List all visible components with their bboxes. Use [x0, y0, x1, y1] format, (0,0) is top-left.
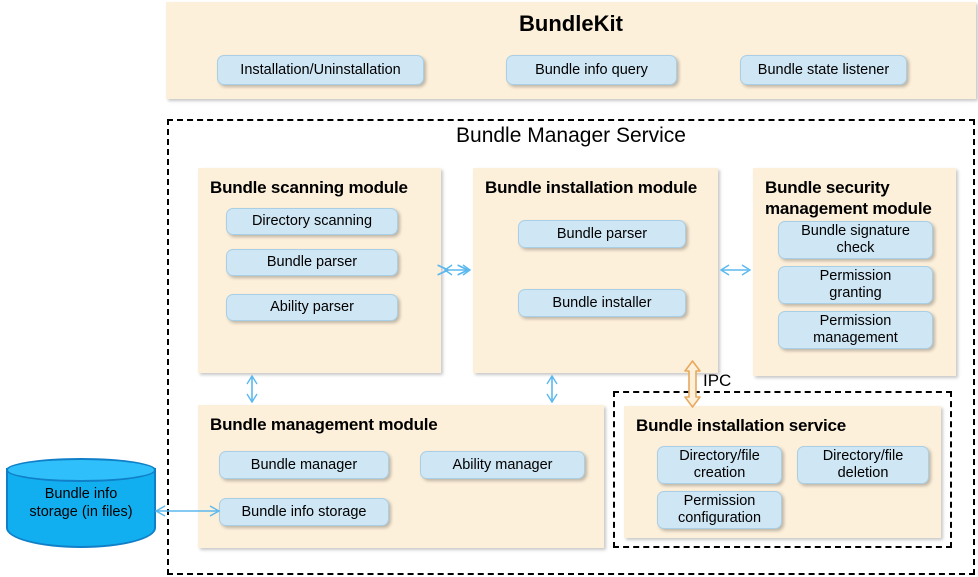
chip-ability-manager[interactable]: Ability manager [420, 451, 585, 479]
chip-permission-granting[interactable]: Permission granting [778, 266, 933, 304]
chip-directory-file-creation[interactable]: Directory/file creation [657, 446, 782, 484]
bundle-management-module: Bundle management module Bundle manager … [198, 405, 604, 548]
bundle-installation-module: Bundle installation module Bundle parser… [473, 168, 718, 373]
chip-bundle-info-storage[interactable]: Bundle info storage [219, 498, 389, 526]
chip-bundle-info-query[interactable]: Bundle info query [506, 55, 677, 85]
ipc-label: IPC [703, 371, 732, 390]
bundlekit-title: BundleKit [519, 11, 623, 36]
chip-bundle-parser-scan[interactable]: Bundle parser [226, 249, 398, 276]
chip-permission-configuration[interactable]: Permission configuration [657, 491, 782, 529]
chip-directory-scanning[interactable]: Directory scanning [226, 208, 398, 235]
bundle-security-management-module-title: Bundle security management module [765, 178, 932, 218]
bundle-installation-service: Bundle installation service Directory/fi… [624, 406, 941, 538]
bundle-installation-module-title: Bundle installation module [485, 178, 698, 197]
bundle-info-storage-label: Bundle info storage (in files) [29, 486, 133, 520]
chip-bundle-signature-check[interactable]: Bundle signature check [778, 221, 933, 259]
chip-installation-uninstallation[interactable]: Installation/Uninstallation [217, 55, 424, 85]
bundle-security-management-module: Bundle security management module Bundle… [753, 168, 956, 376]
chip-ability-parser[interactable]: Ability parser [226, 294, 398, 321]
bundle-manager-service-title: Bundle Manager Service [456, 124, 686, 147]
bundlekit-panel: BundleKit Installation/Uninstallation Bu… [166, 2, 976, 99]
bundle-management-module-title: Bundle management module [210, 415, 438, 434]
bundle-scanning-module-title: Bundle scanning module [210, 178, 408, 197]
chip-bundle-manager[interactable]: Bundle manager [219, 451, 389, 479]
chip-bundle-parser-install[interactable]: Bundle parser [518, 220, 686, 248]
chip-directory-file-deletion[interactable]: Directory/file deletion [797, 446, 929, 484]
chip-permission-management[interactable]: Permission management [778, 311, 933, 349]
bundle-scanning-module: Bundle scanning module Directory scannin… [198, 168, 441, 373]
chip-bundle-state-listener[interactable]: Bundle state listener [740, 55, 907, 85]
bundle-installation-service-title: Bundle installation service [636, 416, 846, 435]
bundle-info-storage-cylinder: Bundle info storage (in files) [6, 457, 156, 554]
cylinder-top [6, 458, 156, 482]
chip-bundle-installer[interactable]: Bundle installer [518, 289, 686, 317]
